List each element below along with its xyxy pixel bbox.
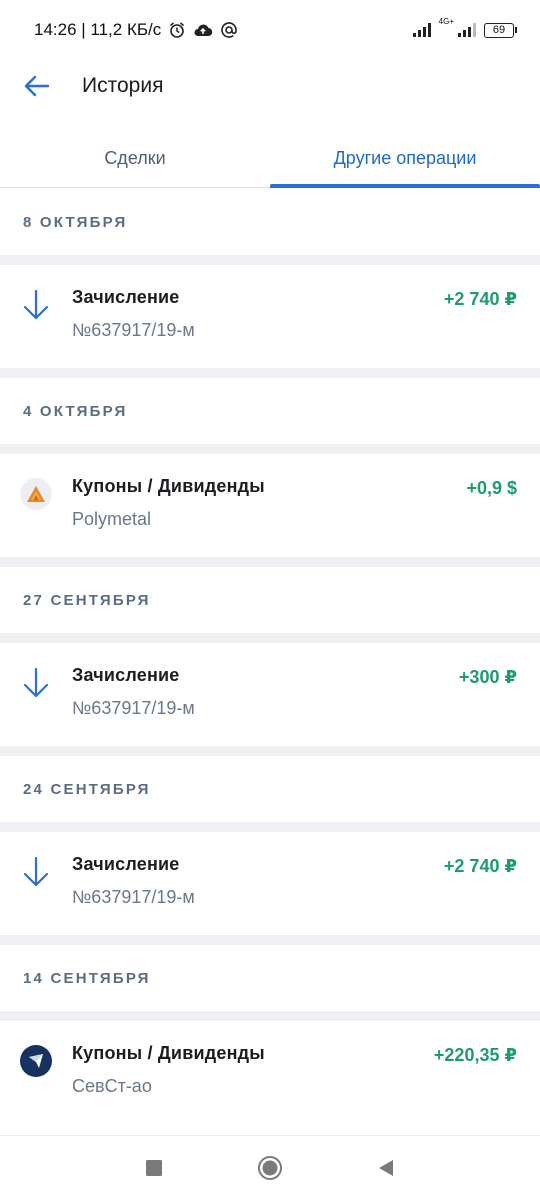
square-icon (146, 1160, 162, 1176)
item-amount: +220,35 ₽ (433, 1045, 517, 1065)
severstal-logo-icon (0, 1043, 72, 1077)
divider (0, 1011, 540, 1021)
status-time-speed: 14:26 | 11,2 КБ/с (34, 20, 162, 39)
alarm-icon (167, 20, 187, 40)
date-header: 27 СЕНТЯБРЯ (0, 567, 540, 633)
arrow-down-icon (0, 854, 72, 888)
tab-deals[interactable]: Сделки (0, 130, 270, 187)
date-header: 24 СЕНТЯБРЯ (0, 756, 540, 822)
divider (0, 935, 540, 945)
status-right: 4G+ 69 (412, 18, 517, 38)
status-bar: 14:26 | 11,2 КБ/с 4G+ 69 (0, 0, 540, 60)
item-subtitle: №637917/19-м (72, 320, 195, 340)
divider (0, 633, 540, 643)
item-amount: +300 ₽ (458, 667, 517, 687)
recent-apps-button[interactable] (141, 1155, 167, 1181)
tab-bar: Сделки Другие операции (0, 130, 540, 188)
item-subtitle: №637917/19-м (72, 698, 195, 718)
divider (0, 746, 540, 756)
status-left: 14:26 | 11,2 КБ/с (34, 20, 239, 40)
date-header: 8 ОКТЯБРЯ (0, 189, 540, 255)
list-item[interactable]: Зачисление №637917/19-м +2 740 ₽ (0, 832, 540, 935)
item-amount: +0,9 $ (466, 478, 517, 498)
operations-list: 8 ОКТЯБРЯ Зачисление №637917/19-м +2 740… (0, 189, 540, 1124)
app-header: История (0, 60, 540, 112)
arrow-down-icon (0, 665, 72, 699)
cloud-upload-icon (193, 20, 213, 40)
polymetal-logo-icon (0, 476, 72, 510)
divider (0, 255, 540, 265)
arrow-left-icon (24, 75, 50, 97)
date-header: 14 СЕНТЯБРЯ (0, 945, 540, 1011)
list-item[interactable]: Купоны / Дивиденды СевСт-ао +220,35 ₽ (0, 1021, 540, 1124)
signal-strength-1-icon (412, 23, 431, 37)
item-amount: +2 740 ₽ (443, 856, 517, 876)
at-sign-icon (219, 20, 239, 40)
item-subtitle: Polymetal (72, 509, 152, 529)
page-title: История (82, 74, 164, 97)
signal-strength-2-icon (458, 23, 476, 37)
item-subtitle: СевСт-ао (72, 1076, 152, 1096)
item-amount: +2 740 ₽ (443, 289, 517, 309)
list-item[interactable]: Купоны / Дивиденды Polymetal +0,9 $ (0, 454, 540, 557)
list-item[interactable]: Зачисление №637917/19-м +300 ₽ (0, 643, 540, 746)
item-subtitle: №637917/19-м (72, 887, 195, 907)
back-nav-button[interactable] (373, 1155, 399, 1181)
divider (0, 444, 540, 454)
circle-icon (258, 1156, 282, 1180)
tab-other-operations[interactable]: Другие операции (270, 130, 540, 188)
date-header: 4 ОКТЯБРЯ (0, 378, 540, 444)
network-type-label: 4G+ (438, 17, 454, 26)
list-item[interactable]: Зачисление №637917/19-м +2 740 ₽ (0, 265, 540, 368)
divider (0, 822, 540, 832)
system-navigation-bar (0, 1135, 540, 1200)
divider (0, 368, 540, 378)
back-button[interactable] (6, 60, 66, 112)
battery-icon: 69 (484, 22, 517, 38)
triangle-back-icon (379, 1160, 393, 1176)
home-button[interactable] (257, 1155, 283, 1181)
arrow-down-icon (0, 287, 72, 321)
divider (0, 557, 540, 567)
